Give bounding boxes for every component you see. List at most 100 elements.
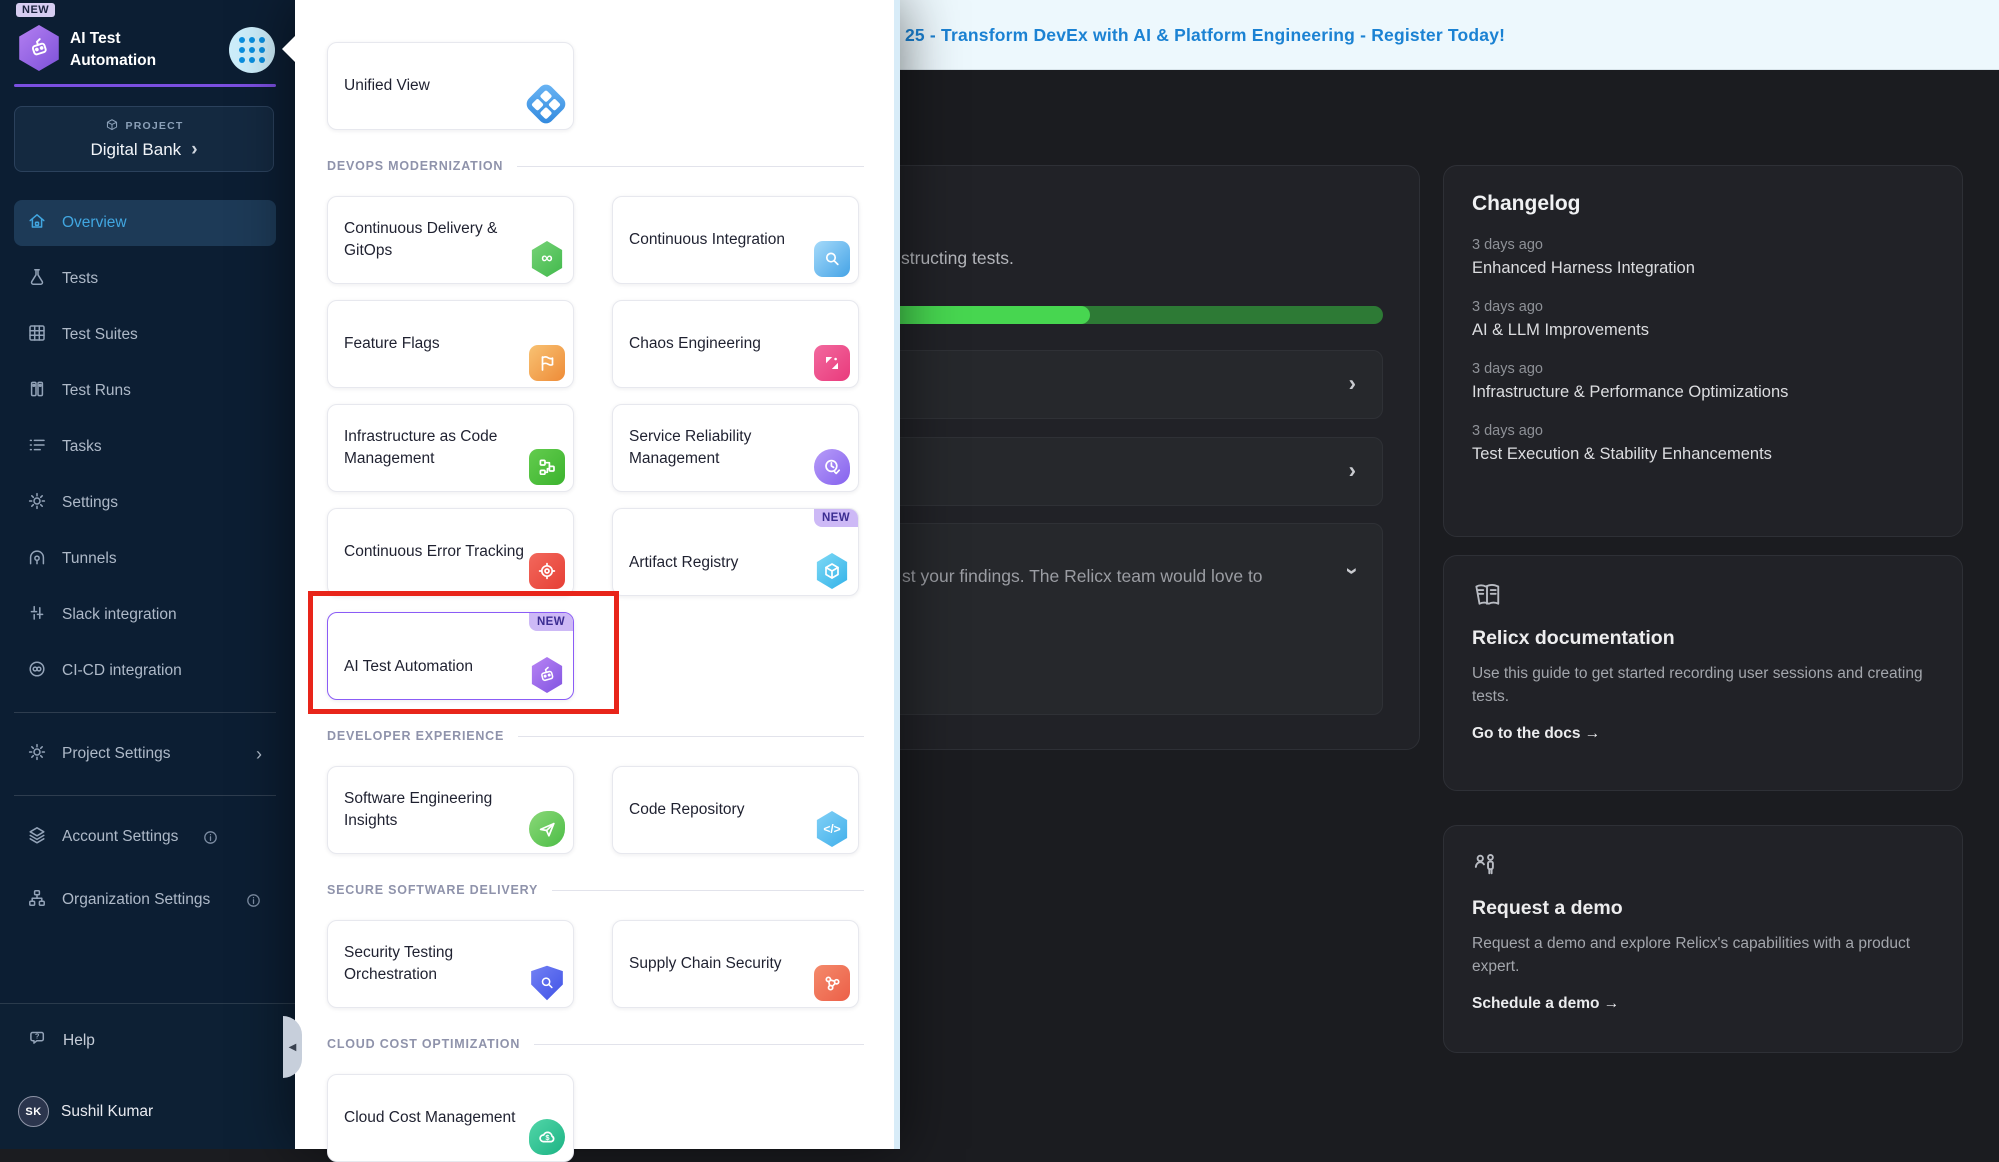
documentation-title: Relicx documentation	[1472, 627, 1934, 650]
sidebar-item-overview[interactable]: Overview	[14, 200, 276, 246]
chevron-down-icon: ›	[1339, 567, 1365, 574]
project-name: Digital Bank	[90, 140, 181, 160]
module-card-label: Continuous Delivery & GitOps	[344, 212, 529, 268]
clock-check-icon	[814, 449, 850, 485]
target-icon	[529, 553, 565, 589]
diamond-grid-icon	[523, 81, 568, 126]
go-to-docs-link[interactable]: Go to the docs →	[1472, 725, 1934, 743]
sidebar-item-label: Tasks	[62, 438, 102, 456]
sidebar-item-test-runs[interactable]: Test Runs	[14, 368, 276, 414]
help-button[interactable]: ? Help	[27, 1028, 95, 1053]
sidebar-item-slack-integration[interactable]: Slack integration	[14, 592, 276, 638]
gear-icon	[27, 491, 47, 516]
changelog-entry[interactable]: 3 days ago Enhanced Harness Integration	[1472, 237, 1934, 278]
robot-icon	[529, 657, 565, 693]
accordion-expanded-text: st your findings. The Relicx team would …	[902, 566, 1263, 587]
sidebar-item-cicd-integration[interactable]: CI-CD integration	[14, 648, 276, 694]
tunnel-icon	[27, 547, 47, 572]
sidebar-divider	[14, 795, 276, 796]
new-badge: NEW	[814, 509, 858, 527]
sidebar-item-label: CI-CD integration	[62, 662, 182, 680]
module-card-chaos-engineering[interactable]: Chaos Engineering	[612, 300, 859, 388]
sidebar-footer: ? Help SK Sushil Kumar	[0, 1003, 295, 1149]
sidebar-collapse-handle[interactable]: ◀	[283, 1016, 302, 1078]
sidebar-nav: Overview Tests Test Suites Test Runs Tas…	[14, 200, 276, 940]
sidebar-divider	[14, 712, 276, 713]
sidebar-item-organization-settings[interactable]: Organization Settings	[14, 870, 276, 930]
changelog-entry[interactable]: 3 days ago Infrastructure & Performance …	[1472, 361, 1934, 402]
changelog-entry[interactable]: 3 days ago Test Execution & Stability En…	[1472, 423, 1934, 464]
sidebar-item-tunnels[interactable]: Tunnels	[14, 536, 276, 582]
avatar: SK	[18, 1096, 49, 1127]
people-icon	[1472, 852, 1934, 883]
module-card-label: AI Test Automation	[344, 628, 529, 684]
pinwheel-icon	[814, 345, 850, 381]
changelog-entry-title: Enhanced Harness Integration	[1472, 259, 1934, 278]
app-title: AI Test Automation	[70, 28, 200, 71]
module-switcher-button[interactable]	[229, 27, 275, 73]
flag-icon	[529, 345, 565, 381]
module-card-service-reliability[interactable]: Service Reliability Management	[612, 404, 859, 492]
sidebar-item-project-settings[interactable]: Project Settings ›	[14, 731, 276, 777]
documentation-card: Relicx documentation Use this guide to g…	[1443, 555, 1963, 791]
info-icon	[245, 892, 262, 909]
module-card-feature-flags[interactable]: Feature Flags	[327, 300, 574, 388]
section-header-devops: DEVOPS MODERNIZATION	[327, 158, 864, 174]
sidebar-item-label: Settings	[62, 494, 118, 512]
module-card-continuous-delivery-gitops[interactable]: Continuous Delivery & GitOps ∞	[327, 196, 574, 284]
cloud-dollar-icon: $	[529, 1119, 565, 1155]
module-card-label: Artifact Registry	[629, 524, 814, 580]
chevron-right-icon: ›	[1349, 457, 1356, 483]
changelog-entry[interactable]: 3 days ago AI & LLM Improvements	[1472, 299, 1934, 340]
project-label: PROJECT	[126, 120, 184, 132]
project-selector[interactable]: PROJECT Digital Bank ›	[14, 106, 274, 172]
module-card-label: Feature Flags	[344, 316, 529, 372]
module-card-security-testing-orchestration[interactable]: Security Testing Orchestration	[327, 920, 574, 1008]
module-card-label: Security Testing Orchestration	[344, 936, 529, 992]
package-icon	[105, 118, 119, 135]
chevron-right-icon: ›	[191, 139, 197, 161]
user-menu[interactable]: SK Sushil Kumar	[18, 1096, 153, 1127]
module-card-label: Infrastructure as Code Management	[344, 420, 529, 476]
magnifier-icon	[814, 241, 850, 277]
help-label: Help	[63, 1032, 95, 1050]
module-card-continuous-integration[interactable]: Continuous Integration	[612, 196, 859, 284]
sidebar-item-settings[interactable]: Settings	[14, 480, 276, 526]
module-card-supply-chain-security[interactable]: Supply Chain Security	[612, 920, 859, 1008]
module-picker-panel: Unified View DEVOPS MODERNIZATION Contin…	[295, 0, 900, 1149]
module-card-label: Supply Chain Security	[629, 936, 814, 992]
sidebar-item-tests[interactable]: Tests	[14, 256, 276, 302]
panel-pointer-notch	[282, 35, 296, 63]
grid-table-icon	[27, 323, 47, 348]
changelog-entry-title: Infrastructure & Performance Optimizatio…	[1472, 383, 1934, 402]
info-icon	[202, 829, 219, 846]
module-card-code-repository[interactable]: Code Repository </>	[612, 766, 859, 854]
module-card-label: Code Repository	[629, 782, 814, 838]
sidebar-item-label: Test Runs	[62, 382, 131, 400]
module-card-software-engineering-insights[interactable]: Software Engineering Insights	[327, 766, 574, 854]
ai-test-automation-logo-icon	[16, 25, 62, 71]
module-card-continuous-error-tracking[interactable]: Continuous Error Tracking	[327, 508, 574, 596]
sidebar-item-label: Overview	[62, 214, 127, 232]
sidebar-item-tasks[interactable]: Tasks	[14, 424, 276, 470]
changelog-entry-time: 3 days ago	[1472, 423, 1934, 439]
request-demo-title: Request a demo	[1472, 897, 1934, 920]
module-card-unified-view[interactable]: Unified View	[327, 42, 574, 130]
sidebar-item-test-suites[interactable]: Test Suites	[14, 312, 276, 358]
sidebar-item-label: Project Settings	[62, 745, 171, 763]
module-card-artifact-registry[interactable]: NEW Artifact Registry	[612, 508, 859, 596]
brand-accent-rule	[14, 84, 276, 87]
help-chat-icon: ?	[27, 1028, 48, 1053]
module-card-label: Service Reliability Management	[629, 420, 814, 476]
schedule-demo-link[interactable]: Schedule a demo →	[1472, 995, 1934, 1013]
module-card-infrastructure-as-code[interactable]: Infrastructure as Code Management	[327, 404, 574, 492]
sidebar-item-account-settings[interactable]: Account Settings	[14, 814, 276, 860]
module-card-label: Software Engineering Insights	[344, 782, 529, 838]
panel-scrollbar[interactable]	[894, 0, 900, 1149]
svg-text:?: ?	[35, 1032, 40, 1041]
changelog-entry-time: 3 days ago	[1472, 237, 1934, 253]
home-icon	[27, 211, 47, 236]
grid-icon	[239, 37, 265, 63]
module-card-ai-test-automation[interactable]: NEW AI Test Automation	[327, 612, 574, 700]
paper-plane-icon	[529, 811, 565, 847]
